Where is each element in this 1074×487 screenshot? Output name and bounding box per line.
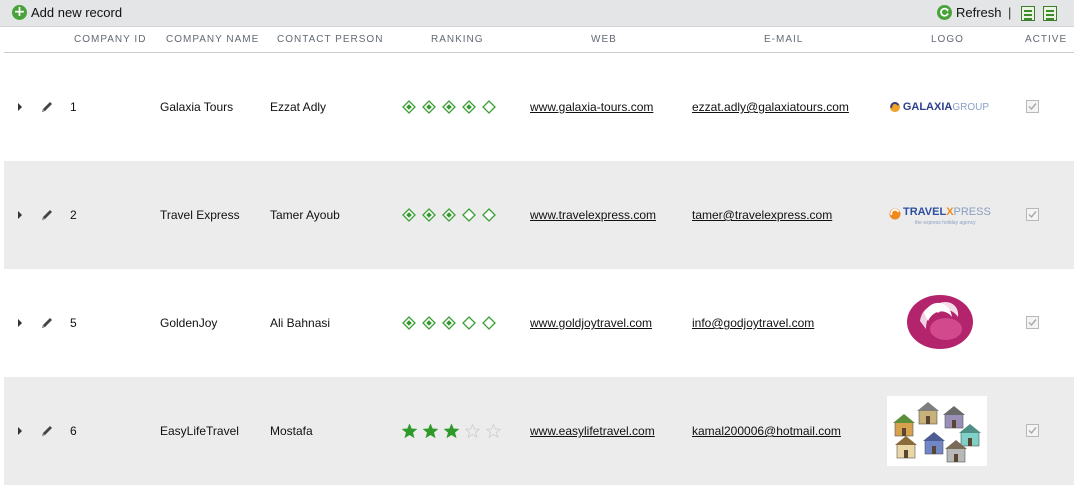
- column-header-company-name[interactable]: COMPANY NAME: [166, 34, 259, 45]
- web-link[interactable]: www.travelexpress.com: [530, 208, 656, 222]
- table-row[interactable]: 5 GoldenJoy Ali Bahnasi www.goldjoytravel.c…: [4, 269, 1074, 377]
- contact-person-cell: Tamer Ayoub: [270, 208, 340, 222]
- contact-person-cell: Ezzat Adly: [270, 100, 327, 114]
- checkmark-icon: [1028, 427, 1037, 435]
- active-checkbox[interactable]: [1026, 208, 1039, 221]
- company-id-cell: 6: [70, 424, 77, 438]
- company-name-cell: Travel Express: [160, 208, 240, 222]
- email-link[interactable]: tamer@travelexpress.com: [692, 208, 832, 222]
- star-filled-icon[interactable]: [444, 424, 459, 438]
- column-header-email[interactable]: E-MAIL: [764, 34, 803, 45]
- web-link[interactable]: www.goldjoytravel.com: [530, 316, 652, 330]
- contact-person-cell: Ali Bahnasi: [270, 316, 331, 330]
- diamond-filled-icon[interactable]: [442, 208, 456, 222]
- diamond-filled-icon[interactable]: [462, 100, 476, 114]
- company-logo: [904, 291, 976, 353]
- diamond-empty-icon[interactable]: [482, 100, 496, 114]
- diamond-empty-icon[interactable]: [462, 316, 476, 330]
- diamond-filled-icon[interactable]: [422, 316, 436, 330]
- company-logo: [887, 396, 987, 466]
- active-checkbox[interactable]: [1026, 316, 1039, 329]
- toolbar-separator: |: [1008, 5, 1012, 20]
- star-filled-icon[interactable]: [423, 424, 438, 438]
- column-header-company-id[interactable]: COMPANY ID: [74, 34, 146, 45]
- edit-pencil-icon[interactable]: [40, 316, 54, 330]
- add-new-record-button[interactable]: + Add new record: [12, 5, 122, 20]
- company-name-cell: EasyLifeTravel: [160, 424, 239, 438]
- refresh-icon: [937, 5, 952, 20]
- expand-row-icon[interactable]: [18, 319, 22, 327]
- diamond-filled-icon[interactable]: [402, 100, 416, 114]
- diamond-empty-icon[interactable]: [462, 208, 476, 222]
- company-name-cell: Galaxia Tours: [160, 100, 234, 114]
- company-logo: GALAXIA GROUP: [889, 97, 989, 117]
- expand-row-icon[interactable]: [18, 103, 22, 111]
- refresh-label: Refresh: [956, 5, 1002, 20]
- checkmark-icon: [1028, 211, 1037, 219]
- active-checkbox[interactable]: [1026, 100, 1039, 113]
- diamond-filled-icon[interactable]: [402, 316, 416, 330]
- email-link[interactable]: kamal200006@hotmail.com: [692, 424, 841, 438]
- company-id-cell: 5: [70, 316, 77, 330]
- goldenjoy-logo-graphic: [907, 295, 973, 349]
- web-link[interactable]: www.galaxia-tours.com: [530, 100, 653, 114]
- table-row[interactable]: 2 Travel Express Tamer Ayoub www.travelexpr…: [4, 161, 1074, 269]
- galaxia-swirl-icon: [889, 101, 900, 113]
- web-link[interactable]: www.easylifetravel.com: [530, 424, 655, 438]
- contact-person-cell: Mostafa: [270, 424, 313, 438]
- expand-row-icon[interactable]: [18, 427, 22, 435]
- diamond-empty-icon[interactable]: [482, 316, 496, 330]
- expand-row-icon[interactable]: [18, 211, 22, 219]
- column-header-logo[interactable]: LOGO: [931, 34, 964, 45]
- add-new-record-label: Add new record: [31, 5, 123, 20]
- refresh-button[interactable]: Refresh: [937, 5, 1002, 20]
- edit-pencil-icon[interactable]: [40, 424, 54, 438]
- column-header-active[interactable]: ACTIVE: [1025, 34, 1067, 45]
- star-filled-icon[interactable]: [402, 424, 417, 438]
- email-link[interactable]: ezzat.adly@galaxiatours.com: [692, 100, 849, 114]
- checkmark-icon: [1028, 319, 1037, 327]
- easylife-houses-graphic: [893, 402, 981, 463]
- export-excel-icon[interactable]: [1021, 6, 1035, 21]
- company-name-cell: GoldenJoy: [160, 316, 218, 330]
- column-header-contact-person[interactable]: CONTACT PERSON: [277, 34, 383, 45]
- company-logo: TRAVELXPRESS the express holiday agency: [889, 205, 995, 229]
- diamond-empty-icon[interactable]: [482, 208, 496, 222]
- diamond-filled-icon[interactable]: [422, 100, 436, 114]
- travelexpress-swirl-icon: [889, 208, 901, 220]
- checkmark-icon: [1028, 103, 1037, 111]
- logo-tagline: the express holiday agency: [915, 220, 976, 226]
- company-id-cell: 1: [70, 100, 77, 114]
- export-csv-icon[interactable]: [1043, 6, 1057, 21]
- table-row[interactable]: 1 Galaxia Tours Ezzat Adly www.galaxia-tour…: [4, 53, 1074, 161]
- star-empty-icon[interactable]: [486, 424, 501, 438]
- diamond-filled-icon[interactable]: [442, 100, 456, 114]
- email-link[interactable]: info@godjoytravel.com: [692, 316, 814, 330]
- ranking-rating[interactable]: [402, 100, 502, 114]
- grid-toolbar: + Add new record Refresh |: [0, 0, 1074, 27]
- grid-header: COMPANY ID COMPANY NAME CONTACT PERSON R…: [4, 27, 1074, 53]
- logo-text-group: GROUP: [952, 101, 989, 113]
- table-row[interactable]: 6 EasyLifeTravel Mostafa www.easylifetravel…: [4, 377, 1074, 485]
- diamond-filled-icon[interactable]: [442, 316, 456, 330]
- plus-icon: +: [12, 4, 27, 20]
- logo-text-travel: TRAVEL: [903, 206, 947, 218]
- logo-text-press: PRESS: [953, 206, 991, 218]
- active-checkbox[interactable]: [1026, 424, 1039, 437]
- edit-pencil-icon[interactable]: [40, 208, 54, 222]
- diamond-filled-icon[interactable]: [402, 208, 416, 222]
- logo-text-x: X: [946, 206, 954, 218]
- company-id-cell: 2: [70, 208, 77, 222]
- column-header-ranking[interactable]: RANKING: [431, 34, 484, 45]
- ranking-rating[interactable]: [402, 208, 502, 222]
- logo-text-galaxia: GALAXIA: [902, 101, 953, 113]
- ranking-rating[interactable]: [402, 316, 502, 330]
- ranking-rating[interactable]: [402, 424, 507, 438]
- diamond-filled-icon[interactable]: [422, 208, 436, 222]
- edit-pencil-icon[interactable]: [40, 100, 54, 114]
- star-empty-icon[interactable]: [465, 424, 480, 438]
- column-header-web[interactable]: WEB: [591, 34, 617, 45]
